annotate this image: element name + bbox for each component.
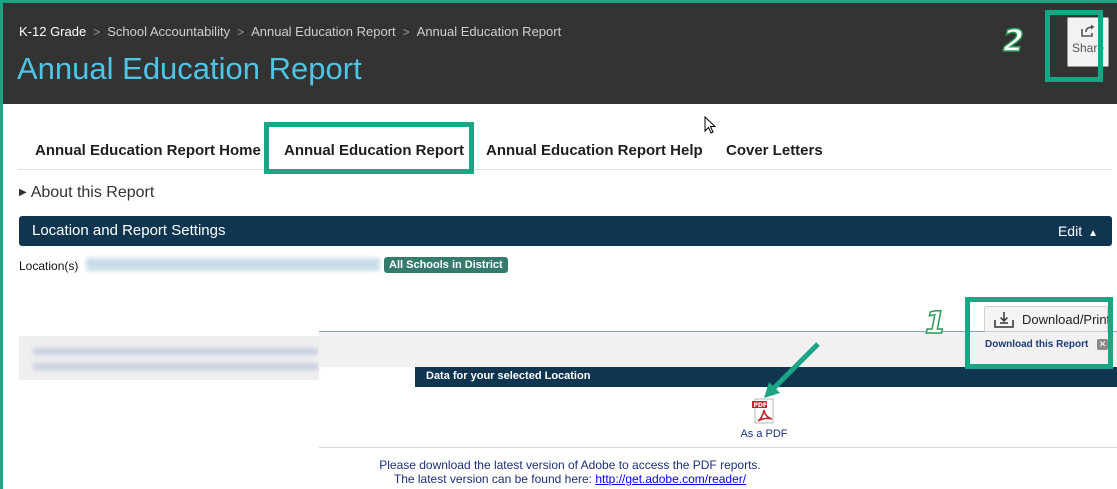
- pointer-arrow-icon: [764, 342, 820, 398]
